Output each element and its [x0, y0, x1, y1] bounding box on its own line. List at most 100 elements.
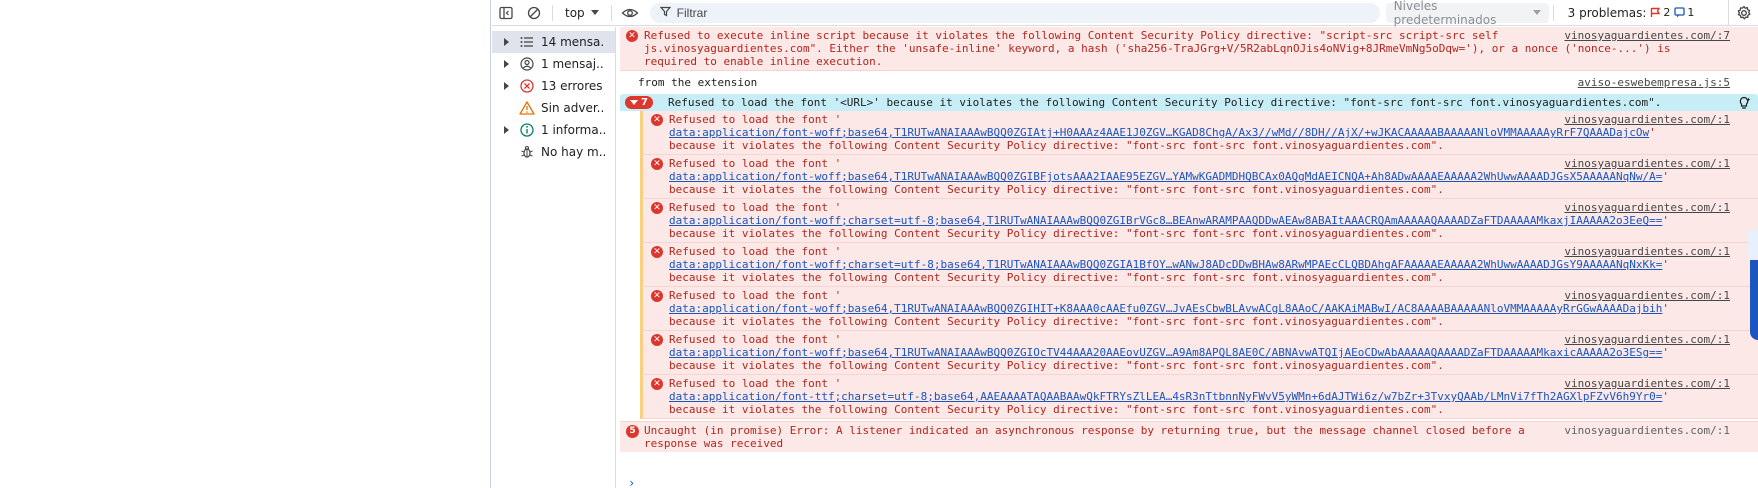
message-text: required to enable inline execution. [644, 55, 883, 68]
expand-arrow-icon[interactable] [504, 126, 509, 134]
message-text: ' [1662, 346, 1670, 359]
log-levels-dropdown[interactable]: Niveles predeterminados [1385, 0, 1549, 27]
console-message-font-error[interactable]: ✕ vinosyaguardientes.com/:1 Refused to loa… [640, 155, 1758, 199]
sidebar-item-warnings[interactable]: Sin adver... [492, 97, 615, 119]
log-levels-label: Niveles predeterminados [1393, 0, 1497, 27]
expand-arrow-icon[interactable] [504, 60, 509, 68]
message-text: ' [1662, 390, 1670, 403]
message-text: ' [1662, 302, 1670, 315]
user-icon [519, 56, 535, 72]
error-icon: ✕ [626, 30, 638, 42]
error-icon: ✕ [651, 114, 663, 126]
filter-input[interactable] [676, 5, 1277, 20]
message-text: ' [1662, 258, 1670, 271]
chevron-down-icon [1532, 10, 1541, 15]
console-message-font-error[interactable]: ✕ vinosyaguardientes.com/:1 Refused to loa… [640, 199, 1758, 243]
message-text: Refused to load the font '<URL>' because… [668, 96, 1662, 109]
message-text: response was received [644, 437, 784, 450]
message-text: because it violates the following Conten… [669, 139, 1444, 152]
clear-console-icon[interactable] [520, 0, 548, 26]
expand-arrow-icon[interactable] [504, 38, 509, 46]
console-message-uncaught[interactable]: 5 vinosyaguardientes.com/:1 Uncaught (in… [620, 421, 1758, 452]
sidebar-item-info[interactable]: 1 informa... [492, 119, 615, 141]
console-message-font-error[interactable]: ✕ vinosyaguardientes.com/:1 Refused to loa… [640, 243, 1758, 287]
bug-icon [519, 144, 535, 160]
message-source-link[interactable]: vinosyaguardientes.com/:1 [1564, 289, 1730, 302]
message-source-link[interactable]: vinosyaguardientes.com/:1 [1564, 157, 1730, 170]
sidebar-item-label: No hay m... [541, 145, 605, 159]
sidebar-item-errors[interactable]: 13 errores [492, 75, 615, 97]
font-data-url-link[interactable]: data:application/font-woff;base64,T1RUTw… [669, 302, 1662, 315]
context-label: top [565, 5, 585, 20]
sidebar-item-verbose[interactable]: No hay m... [492, 141, 615, 163]
console-message-font-error[interactable]: ✕ vinosyaguardientes.com/:1 Refused to loa… [640, 331, 1758, 375]
message-source-link[interactable]: vinosyaguardientes.com/:1 [1564, 201, 1730, 214]
error-icon [519, 78, 535, 94]
live-expression-eye-icon[interactable] [616, 0, 644, 26]
font-data-url-link[interactable]: data:application/font-woff;charset=utf-8… [669, 258, 1662, 271]
message-source-link[interactable]: vinosyaguardientes.com/:1 [1564, 377, 1730, 390]
issues-label: 3 problemas: [1567, 5, 1647, 20]
error-icon: ✕ [651, 158, 663, 170]
error-icon: ✕ [651, 290, 663, 302]
page-viewport [0, 0, 491, 488]
message-source-link[interactable]: vinosyaguardientes.com/:1 [1564, 424, 1730, 437]
message-text: because it violates the following Conten… [669, 183, 1444, 196]
sidebar-item-messages[interactable]: 14 mensa... [492, 31, 615, 53]
console-group-font-errors[interactable]: 7 Refused to load the font '<URL>' becau… [620, 94, 1758, 111]
font-data-url-link[interactable]: data:application/font-ttf;charset=utf-8;… [669, 390, 1662, 403]
expand-arrow-icon[interactable] [504, 82, 509, 90]
font-data-url-link[interactable]: data:application/font-woff;charset=utf-8… [669, 214, 1662, 227]
issues-error-count: 2 [1650, 6, 1670, 19]
lightbulb-icon[interactable] [1736, 95, 1752, 111]
console-sidebar: 14 mensa... 1 mensaj... 13 errores Sin a… [492, 27, 616, 488]
message-source-link[interactable]: vinosyaguardientes.com/:7 [1564, 29, 1730, 42]
message-text: ' [1662, 214, 1670, 227]
message-text: because it violates the following Conten… [669, 271, 1444, 284]
console-messages: ✕ vinosyaguardientes.com/:7 Refused to e… [620, 27, 1758, 488]
issues-info-count-value: 1 [1687, 6, 1695, 19]
toolbar-divider [610, 4, 612, 21]
message-source-link[interactable]: vinosyaguardientes.com/:1 [1564, 113, 1730, 126]
filter-icon [659, 6, 671, 20]
font-data-url-link[interactable]: data:application/font-woff;base64,T1RUTw… [669, 346, 1662, 359]
filter-field[interactable] [649, 2, 1380, 23]
console-message-font-error[interactable]: ✕ vinosyaguardientes.com/:1 Refused to loa… [640, 111, 1758, 155]
repeat-count-badge: 5 [626, 425, 639, 438]
sidebar-item-user-messages[interactable]: 1 mensaj... [492, 53, 615, 75]
collapse-triangle-icon [630, 100, 639, 105]
sidebar-item-label: Sin adver... [541, 101, 605, 115]
message-text: ' [1649, 126, 1656, 139]
toolbar-divider [552, 4, 553, 21]
issues-info-count: 1 [1674, 6, 1694, 19]
console-message-font-error[interactable]: ✕ vinosyaguardientes.com/:1 Refused to loa… [640, 375, 1758, 419]
group-count-value: 7 [641, 97, 648, 108]
console-prompt[interactable]: › [628, 476, 635, 488]
sidebar-item-label: 13 errores [541, 79, 603, 93]
issues-counter[interactable]: 3 problemas: 2 1 [1568, 6, 1695, 20]
font-data-url-link[interactable]: data:application/font-woff;base64,T1RUTw… [669, 170, 1662, 183]
group-count-badge[interactable]: 7 [625, 96, 653, 109]
context-selector[interactable]: top [557, 2, 607, 24]
issues-error-count-value: 2 [1663, 6, 1671, 19]
sidebar-item-label: 1 mensaj... [541, 57, 605, 71]
sidebar-toggle-icon[interactable] [492, 0, 520, 26]
message-source-link[interactable]: vinosyaguardientes.com/:1 [1564, 245, 1730, 258]
font-data-url-link[interactable]: data:application/font-woff;base64,T1RUTw… [669, 126, 1649, 139]
console-message-font-error[interactable]: ✕ vinosyaguardientes.com/:1 Refused to loa… [640, 287, 1758, 331]
error-icon: ✕ [651, 246, 663, 258]
info-icon [519, 122, 535, 138]
console-message-extension[interactable]: aviso-eswebempresa.js:5 from the extensi… [620, 71, 1758, 93]
font-error-list: ✕ vinosyaguardientes.com/:1 Refused to loa… [620, 111, 1758, 419]
devtools-console-panel: top Niveles predeterminados 3 problemas:… [492, 0, 1758, 488]
message-text: because it violates the following Conten… [669, 359, 1444, 372]
console-message-csp-script[interactable]: ✕ vinosyaguardientes.com/:7 Refused to e… [620, 27, 1758, 71]
message-text: because it violates the following Conten… [669, 403, 1444, 416]
message-source-link[interactable]: aviso-eswebempresa.js:5 [1578, 76, 1730, 89]
message-text: ' [1662, 170, 1670, 183]
chevron-down-icon [590, 10, 599, 15]
message-text: js.vinosyaguardientes.com". Either the '… [644, 42, 1671, 55]
message-source-link[interactable]: vinosyaguardientes.com/:1 [1564, 333, 1730, 346]
settings-gear-icon[interactable] [1728, 0, 1758, 26]
message-info-icon [1674, 7, 1686, 18]
